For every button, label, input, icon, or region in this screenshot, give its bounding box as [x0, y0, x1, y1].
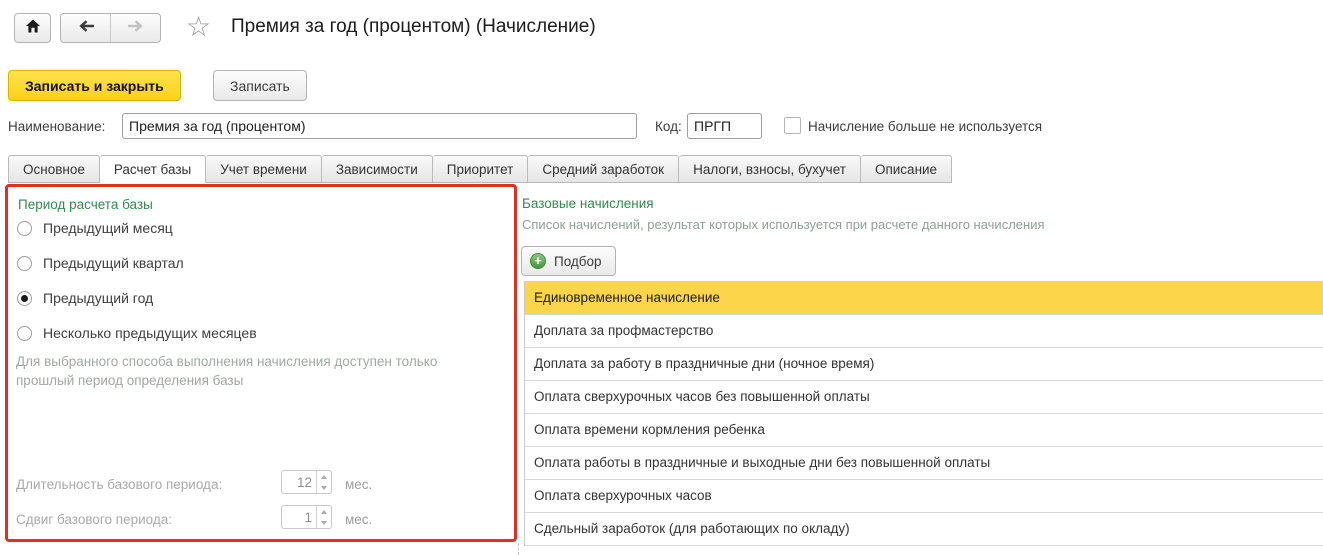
panel-splitter[interactable] [518, 543, 519, 555]
tab-prioritet[interactable]: Приоритет [432, 155, 529, 183]
radio-previous-year[interactable]: Предыдущий год [17, 290, 153, 306]
shift-unit-label: мес. [345, 512, 373, 527]
base-accruals-subtitle: Список начислений, результат которых исп… [522, 217, 1045, 232]
list-item[interactable]: Оплата сверхурочных часов [525, 480, 1323, 513]
home-button[interactable] [14, 13, 51, 43]
duration-spinner-arrows [316, 471, 331, 493]
shift-spinner [281, 505, 332, 529]
duration-label: Длительность базового периода: [16, 477, 223, 492]
spinner-up-icon [317, 506, 331, 517]
tab-nalogi-vznosy[interactable]: Налоги, взносы, бухучет [679, 155, 861, 183]
favorite-star-icon[interactable]: ☆ [186, 12, 211, 42]
radio-several-previous-months[interactable]: Несколько предыдущих месяцев [17, 325, 257, 341]
radio-circle-icon [17, 220, 32, 236]
save-button[interactable]: Записать [213, 70, 307, 101]
not-used-checkbox[interactable] [784, 117, 801, 134]
tab-uchet-vremeni[interactable]: Учет времени [206, 155, 322, 183]
list-item[interactable]: Единовременное начисление [525, 282, 1323, 315]
forward-button [111, 14, 160, 42]
tab-zavisimosti[interactable]: Зависимости [321, 155, 433, 183]
pick-button-label: Подбор [554, 253, 602, 269]
tab-sredniy-zarabotok[interactable]: Средний заработок [528, 155, 680, 183]
code-field-label: Код: [655, 119, 682, 134]
shift-label: Сдвиг базового периода: [16, 512, 172, 527]
duration-input [282, 471, 316, 493]
list-item[interactable]: Доплата за работу в праздничные дни (ноч… [525, 348, 1323, 381]
shift-spinner-arrows [316, 506, 331, 528]
shift-input [282, 506, 316, 528]
list-item[interactable]: Оплата времени кормления ребенка [525, 414, 1323, 447]
page-title: Премия за год (процентом) (Начисление) [231, 16, 596, 37]
add-icon: + [530, 253, 546, 269]
list-item[interactable]: Сдельный заработок (для работающих по ок… [525, 513, 1323, 546]
pick-button[interactable]: + Подбор [521, 246, 616, 276]
code-input[interactable] [687, 113, 762, 139]
radio-circle-icon [17, 325, 32, 341]
back-button[interactable] [61, 14, 111, 42]
radio-previous-month[interactable]: Предыдущий месяц [17, 220, 173, 236]
radio-circle-icon [17, 255, 32, 271]
base-accruals-list: Единовременное начисление Доплата за про… [524, 281, 1323, 546]
base-period-section-title: Период расчета базы [18, 197, 153, 212]
duration-unit-label: мес. [345, 477, 373, 492]
list-item[interactable]: Оплата сверхурочных часов без повышенной… [525, 381, 1323, 414]
base-accruals-section-title: Базовые начисления [522, 196, 654, 211]
radio-circle-icon-selected [17, 290, 32, 306]
base-period-hint: Для выбранного способа выполнения начисл… [16, 354, 438, 388]
tab-bar: Основное Расчет базы Учет времени Зависи… [8, 155, 953, 183]
accrual-card-window: ☆ Премия за год (процентом) (Начисление)… [0, 0, 1323, 555]
tab-osnovnoe[interactable]: Основное [8, 155, 100, 183]
duration-spinner [281, 470, 332, 494]
nav-history-group [60, 13, 161, 43]
home-icon [25, 18, 41, 39]
spinner-down-icon [317, 482, 331, 493]
radio-previous-quarter[interactable]: Предыдущий квартал [17, 255, 184, 271]
save-and-close-button[interactable]: Записать и закрыть [8, 70, 181, 101]
tab-opisanie[interactable]: Описание [860, 155, 953, 183]
list-item[interactable]: Доплата за профмастерство [525, 315, 1323, 348]
tab-raschet-bazy[interactable]: Расчет базы [99, 155, 207, 183]
name-input[interactable] [122, 113, 637, 139]
back-arrow-icon [76, 19, 96, 38]
spinner-down-icon [317, 517, 331, 528]
not-used-checkbox-label: Начисление больше не используется [808, 119, 1043, 134]
forward-arrow-icon [126, 19, 146, 38]
name-field-label: Наименование: [8, 119, 106, 134]
spinner-up-icon [317, 471, 331, 482]
list-item[interactable]: Оплата работы в праздничные и выходные д… [525, 447, 1323, 480]
